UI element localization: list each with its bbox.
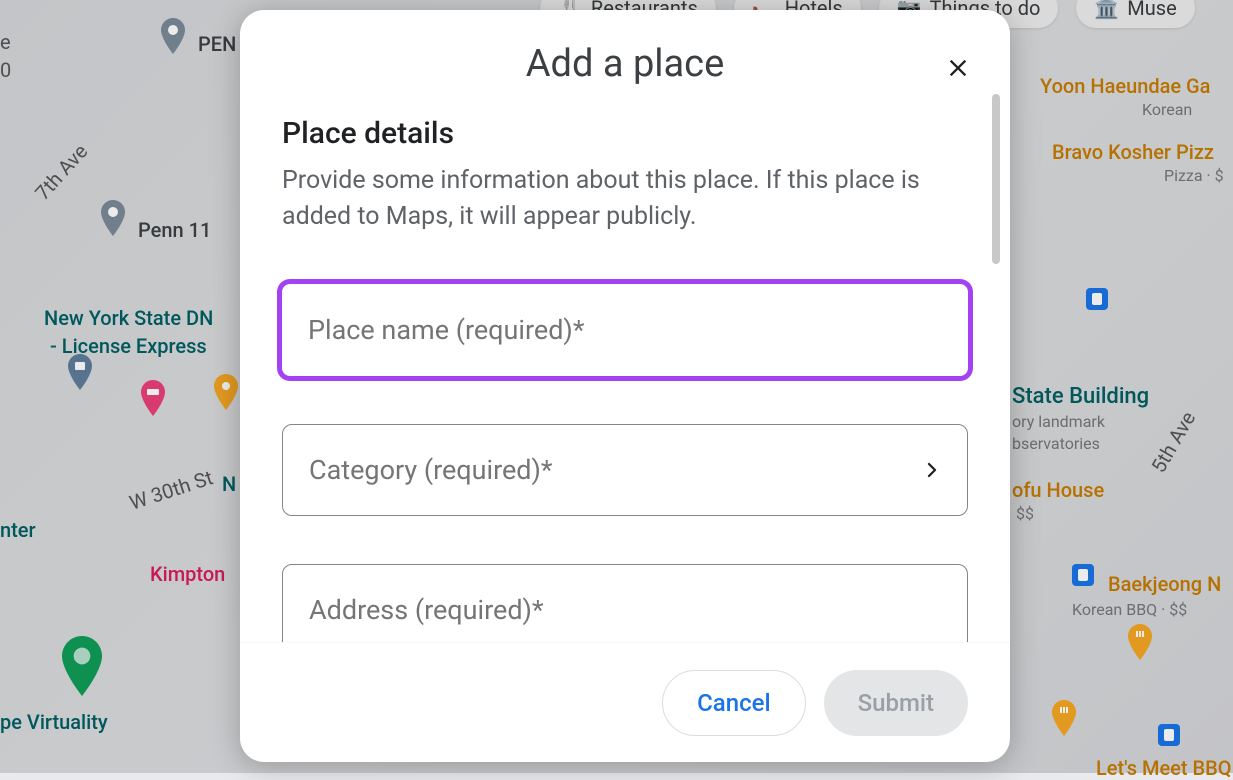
map-green-pin-icon	[62, 636, 102, 700]
map-label: N	[222, 472, 236, 496]
map-food-pin-icon	[210, 374, 242, 410]
section-title: Place details	[282, 116, 968, 151]
map-label: ofu House	[1012, 478, 1104, 502]
dialog-footer: Cancel Submit	[240, 642, 1010, 762]
map-label: State Building	[1012, 384, 1149, 409]
category-field[interactable]: Category (required)*	[282, 424, 968, 516]
place-name-input[interactable]	[308, 314, 942, 346]
map-food-pin-icon	[1120, 624, 1160, 660]
address-field[interactable]	[282, 564, 968, 643]
transit-icon	[1072, 564, 1094, 586]
close-icon	[944, 54, 972, 82]
submit-button: Submit	[824, 670, 968, 736]
map-label: Yoon Haeundae Ga	[1040, 74, 1210, 98]
dialog-body[interactable]: Place details Provide some information a…	[240, 86, 1010, 642]
place-name-field[interactable]	[282, 284, 968, 376]
map-hotel-pin-icon	[136, 380, 170, 416]
close-button[interactable]	[938, 48, 978, 88]
map-label: PEN	[198, 32, 236, 56]
map-label: Korean	[1142, 100, 1192, 119]
map-label: Baekjeong N	[1108, 572, 1221, 596]
add-place-dialog: Add a place Place details Provide some i…	[240, 10, 1010, 762]
dialog-title: Add a place	[240, 42, 1010, 86]
map-label: $$	[1016, 504, 1034, 523]
map-label: Penn 11	[138, 218, 211, 242]
address-input[interactable]	[309, 594, 941, 626]
map-label: 0	[0, 58, 11, 82]
map-label: ory landmark	[1012, 412, 1105, 431]
map-pin-icon	[160, 18, 186, 54]
cancel-button[interactable]: Cancel	[662, 670, 805, 736]
chip-museums[interactable]: 🏛️ Muse	[1076, 0, 1194, 28]
map-label: Let's Meet BBQ	[1096, 756, 1232, 780]
map-label: bservatories	[1012, 434, 1100, 453]
map-label: e	[0, 30, 11, 54]
map-label: nter	[0, 518, 36, 542]
museum-icon: 🏛️	[1094, 0, 1119, 20]
map-pin-icon	[100, 200, 126, 236]
map-civic-pin-icon	[62, 354, 98, 390]
transit-icon	[1086, 288, 1108, 310]
map-food-pin-icon	[1044, 700, 1084, 736]
chevron-right-icon	[923, 461, 941, 479]
section-description: Provide some information about this plac…	[282, 163, 968, 236]
map-label: pe Virtuality	[0, 710, 108, 734]
scrollbar-thumb[interactable]	[992, 94, 1000, 264]
map-label: Korean BBQ · $$	[1072, 600, 1187, 619]
dialog-header: Add a place	[240, 10, 1010, 86]
map-label: Pizza · $	[1164, 166, 1224, 185]
chip-label: Muse	[1127, 0, 1176, 20]
category-placeholder: Category (required)*	[309, 454, 923, 486]
map-label: Bravo Kosher Pizz	[1052, 140, 1214, 164]
transit-icon	[1158, 724, 1180, 746]
map-label: Kimpton	[150, 562, 225, 586]
map-label: New York State DN	[44, 306, 213, 330]
